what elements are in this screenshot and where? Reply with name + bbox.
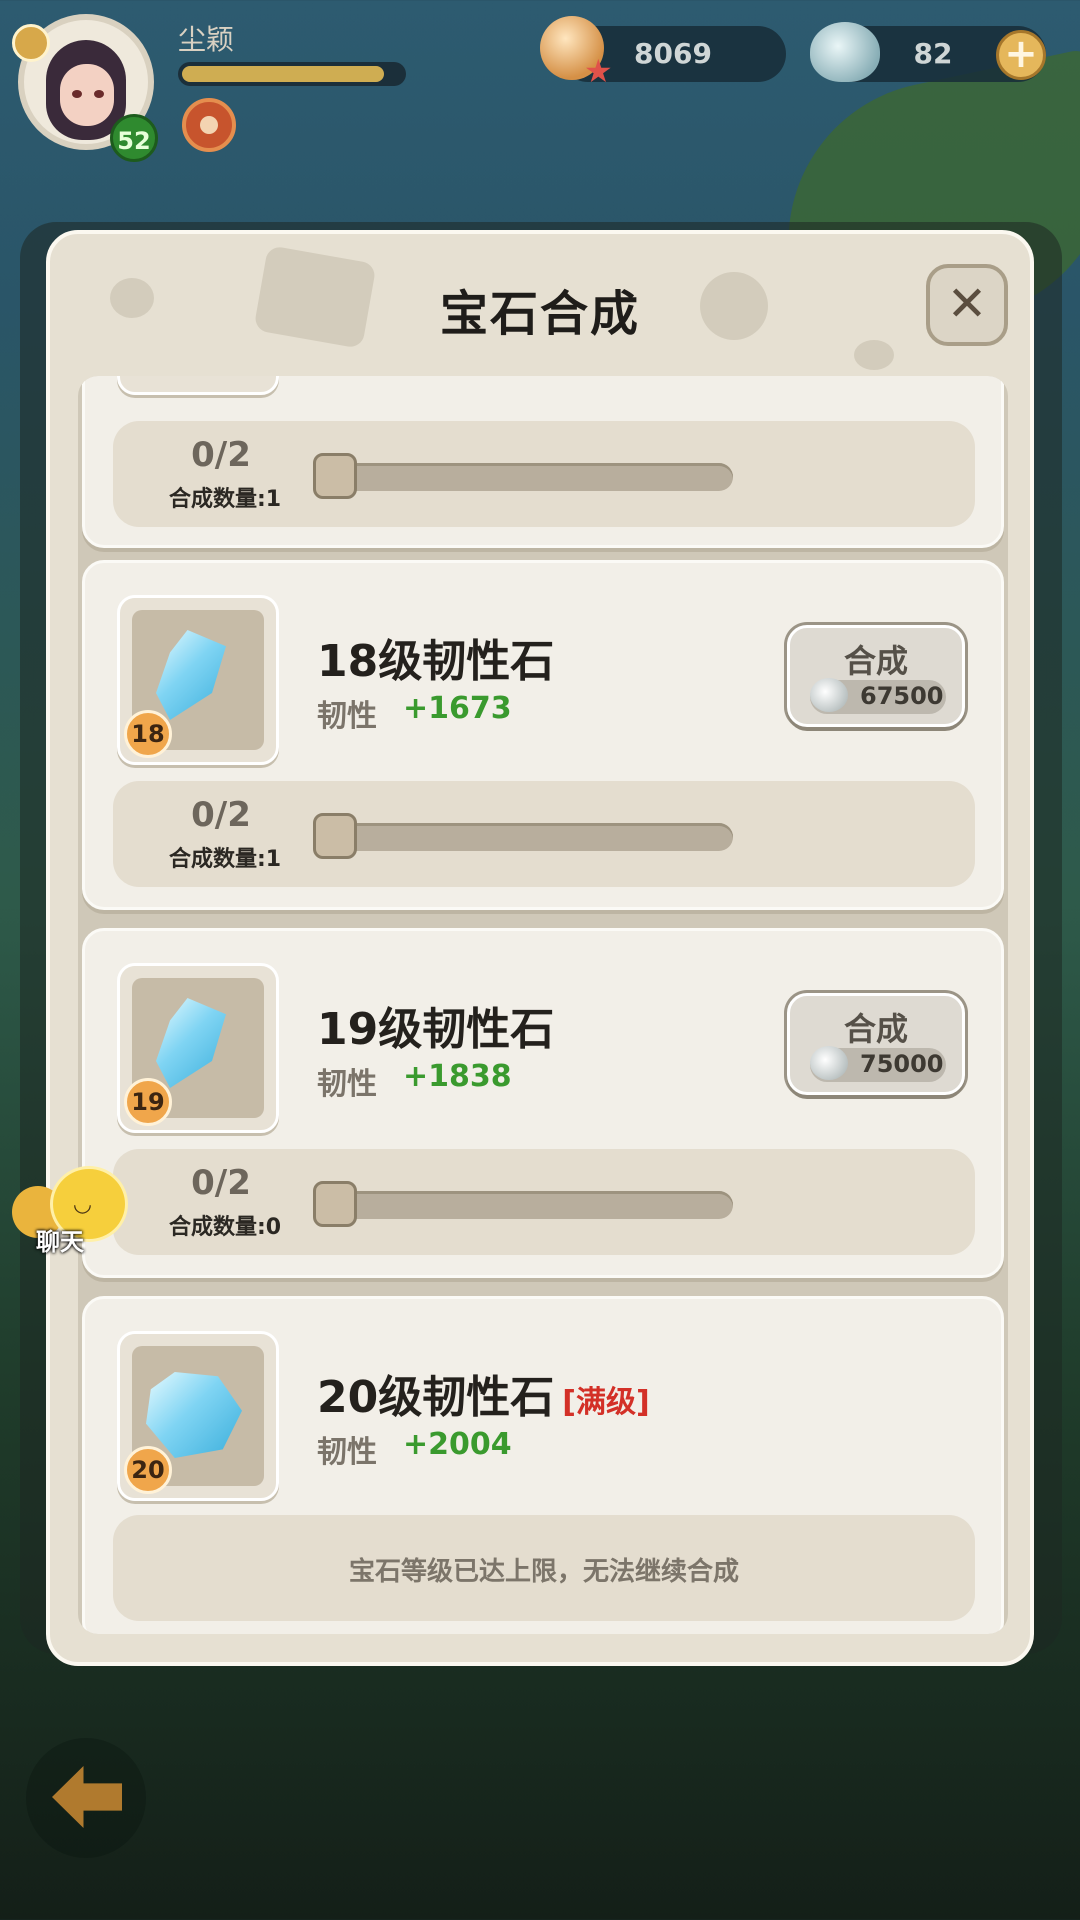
player-level-badge: 52 [110, 114, 158, 162]
top-hud: 52 尘颖 8069 ★ 82 + [0, 0, 1080, 353]
max-level-tag: [满级] [562, 1385, 650, 1420]
stat-value: +1838 [403, 1059, 512, 1094]
xp-bar-fill [182, 66, 384, 82]
gem-name: 19级韧性石 [317, 1004, 555, 1055]
synthesis-count: 合成数量:1 [168, 487, 282, 512]
shell-currency-value: 8069 [634, 37, 712, 70]
gem-card-20: 20 20级韧性石 [满级] 韧性 +2004 宝石等级已达上限，无法继续合成 [82, 1296, 1004, 1634]
synthesis-progress: 0/2 [191, 435, 251, 475]
quantity-slider-track[interactable] [319, 1191, 733, 1219]
synthesis-count: 合成数量:1 [168, 847, 282, 872]
stat-label: 韧性 [317, 1067, 377, 1102]
gem-name: 18级韧性石 [317, 636, 555, 687]
chat-button[interactable]: ◡ 聊天 [12, 1166, 130, 1262]
stat-value: +2004 [403, 1427, 512, 1462]
xp-bar [178, 62, 406, 86]
synthesis-control: 0/2 合成数量:1 [113, 421, 975, 527]
quantity-slider-thumb[interactable] [313, 1181, 357, 1227]
synthesize-cost: 75000 [860, 1050, 944, 1078]
quantity-slider-thumb[interactable] [313, 453, 357, 499]
synthesize-button[interactable]: 合成 67500 [787, 625, 965, 727]
dialog-title: 宝石合成 [439, 286, 640, 342]
gem-slot [117, 376, 279, 395]
stat-label: 韧性 [317, 699, 377, 734]
quantity-slider-thumb[interactable] [313, 813, 357, 859]
max-level-notice: 宝石等级已达上限，无法继续合成 [113, 1515, 975, 1621]
gem-level-badge: 18 [124, 710, 172, 758]
gem-slot[interactable]: 18 [117, 595, 279, 765]
add-currency-button[interactable]: + [996, 30, 1046, 80]
gem-level-badge: 20 [124, 1446, 172, 1494]
starfish-icon: ★ [584, 52, 613, 90]
gem-level-badge: 19 [124, 1078, 172, 1126]
gem-name: 20级韧性石 [满级] [317, 1361, 650, 1425]
gem-slot[interactable]: 20 [117, 1331, 279, 1501]
quantity-slider-track[interactable] [319, 463, 733, 491]
pearl-currency-icon [810, 22, 880, 82]
chat-label: 聊天 [36, 1228, 84, 1256]
synthesize-cost: 67500 [860, 682, 944, 710]
quantity-slider-track[interactable] [319, 823, 733, 851]
synthesize-label: 合成 [843, 1010, 908, 1048]
max-level-note: 宝石等级已达上限，无法继续合成 [348, 1557, 739, 1587]
gem-list[interactable]: 0/2 合成数量:1 18 18级韧性石 韧性 +1673 合成 67500 0… [78, 376, 1008, 1634]
gem-card-partial: 0/2 合成数量:1 [82, 376, 1004, 548]
stat-value: +1673 [403, 691, 512, 726]
synthesize-label: 合成 [843, 642, 908, 680]
gem-card-18: 18 18级韧性石 韧性 +1673 合成 67500 0/2 合成数量:1 [82, 560, 1004, 910]
synthesis-progress: 0/2 [191, 795, 251, 835]
synthesis-control: 0/2 合成数量:0 [113, 1149, 975, 1255]
gem-card-19: 19 19级韧性石 韧性 +1838 合成 75000 0/2 合成数量:0 [82, 928, 1004, 1278]
gem-synthesis-dialog: 宝石合成 ✕ 0/2 合成数量:1 18 18级韧性石 韧性 +1673 合成 [46, 230, 1034, 1666]
vip-crown-icon [12, 24, 50, 62]
stat-label: 韧性 [317, 1435, 377, 1470]
pearl-cost-icon [810, 1046, 848, 1080]
player-name: 尘颖 [178, 23, 235, 56]
synthesis-control: 0/2 合成数量:1 [113, 781, 975, 887]
gem-slot[interactable]: 19 [117, 963, 279, 1133]
synthesize-button[interactable]: 合成 75000 [787, 993, 965, 1095]
synthesis-progress: 0/2 [191, 1163, 251, 1203]
close-button[interactable]: ✕ [926, 264, 1008, 346]
gem-name-text: 20级韧性石 [317, 1372, 555, 1423]
synthesis-count: 合成数量:0 [168, 1215, 282, 1240]
buff-icon[interactable] [182, 98, 236, 152]
pearl-cost-icon [810, 678, 848, 712]
pearl-currency-value: 82 [913, 37, 953, 70]
